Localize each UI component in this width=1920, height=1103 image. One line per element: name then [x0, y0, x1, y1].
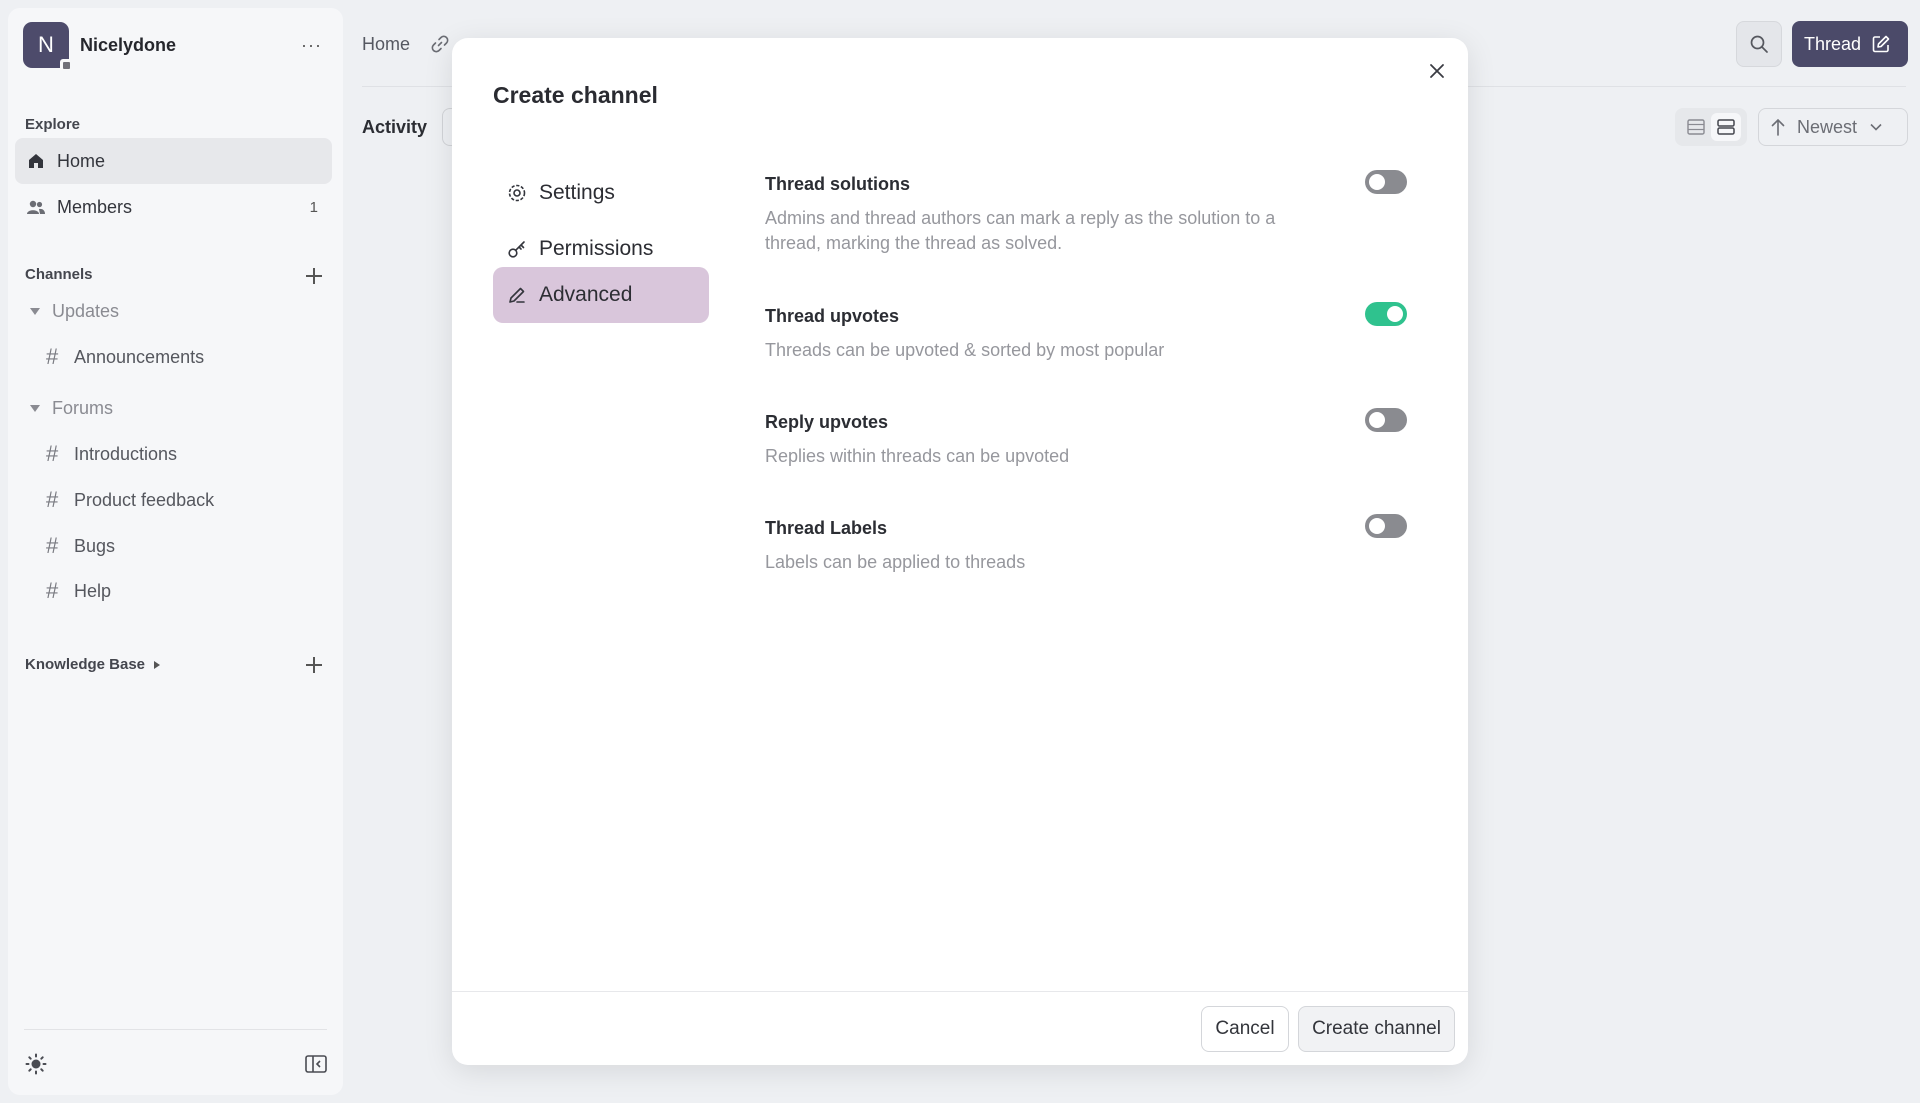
create-channel-modal: Create channel Settings Permissions Adva… — [452, 38, 1468, 1065]
tab-settings[interactable]: Settings — [493, 165, 709, 221]
chevron-down-icon — [30, 404, 40, 412]
sidebar-item-label: Home — [57, 150, 106, 171]
search-icon — [1750, 35, 1768, 53]
lock-icon — [60, 59, 72, 71]
channel-item[interactable]: # Introductions — [46, 439, 177, 469]
sidebar-divider — [24, 1029, 327, 1030]
thread-labels-toggle[interactable] — [1365, 514, 1407, 538]
group-updates[interactable]: Updates — [20, 296, 119, 326]
explore-label: Explore — [25, 116, 81, 133]
tab-advanced[interactable]: Advanced — [493, 267, 709, 323]
add-knowledge-base-icon[interactable] — [305, 656, 323, 674]
option-description: Replies within threads can be upvoted — [765, 446, 1070, 466]
workspace-initial: N — [38, 32, 54, 57]
pen-icon — [507, 285, 527, 305]
activity-label: Activity — [362, 117, 428, 137]
hash-icon: # — [46, 441, 59, 466]
gear-icon — [507, 183, 527, 203]
search-button[interactable] — [1736, 21, 1782, 67]
create-channel-button[interactable]: Create channel — [1298, 1006, 1455, 1052]
breadcrumb[interactable]: Home — [362, 34, 410, 55]
option-description: Labels can be applied to threads — [765, 552, 1026, 572]
close-icon — [1430, 64, 1444, 78]
members-icon — [27, 198, 45, 216]
workspace-name: Nicelydone — [80, 34, 177, 55]
edit-icon — [1872, 35, 1890, 53]
list-view-button[interactable] — [1681, 113, 1711, 141]
option-reply-upvotes: Reply upvotes Replies within threads can… — [765, 408, 1415, 469]
card-view-icon — [1717, 119, 1735, 135]
channel-item[interactable]: # Bugs — [46, 531, 115, 561]
group-label: Updates — [52, 300, 120, 321]
hash-icon: # — [46, 533, 59, 558]
sort-label: Newest — [1797, 116, 1858, 137]
workspace-header[interactable]: N Nicelydone ··· — [23, 22, 328, 71]
modal-title: Create channel — [493, 82, 658, 108]
cancel-button[interactable]: Cancel — [1201, 1006, 1289, 1052]
hash-icon: # — [46, 344, 59, 369]
option-description: Threads can be upvoted & sorted by most … — [765, 340, 1165, 360]
chevron-down-icon — [30, 307, 40, 315]
option-thread-labels: Thread Labels Labels can be applied to t… — [765, 514, 1415, 575]
channel-item[interactable]: # Help — [46, 576, 111, 606]
thread-upvotes-toggle[interactable] — [1365, 302, 1407, 326]
chevron-down-icon — [1870, 123, 1882, 131]
modal-footer-divider — [452, 991, 1468, 992]
channel-label: Product feedback — [74, 489, 215, 510]
close-button[interactable] — [1422, 56, 1452, 86]
option-title: Reply upvotes — [765, 412, 889, 432]
sidebar: N Nicelydone ··· Explore Home Members 1 … — [8, 8, 343, 1095]
chevron-right-icon — [154, 660, 161, 669]
tab-label: Permissions — [539, 237, 654, 260]
option-thread-solutions: Thread solutions Admins and thread autho… — [765, 170, 1415, 256]
key-icon — [507, 239, 527, 259]
channel-item[interactable]: # Announcements — [46, 342, 204, 372]
hash-icon: # — [46, 578, 59, 603]
sidebar-item-home[interactable]: Home — [15, 138, 332, 184]
home-icon — [27, 152, 45, 170]
knowledge-base-text: Knowledge Base — [25, 656, 146, 673]
sidebar-item-members[interactable]: Members 1 — [15, 184, 332, 230]
theme-toggle-icon[interactable] — [25, 1053, 47, 1075]
list-view-icon — [1687, 119, 1705, 135]
channels-label: Channels — [25, 266, 93, 283]
reply-upvotes-toggle[interactable] — [1365, 408, 1407, 432]
option-description: Admins and thread authors can mark a rep… — [765, 208, 1276, 253]
sidebar-item-label: Members — [57, 196, 133, 217]
option-title: Thread Labels — [765, 518, 888, 538]
option-title: Thread upvotes — [765, 306, 900, 326]
knowledge-base-label[interactable]: Knowledge Base — [25, 656, 161, 673]
workspace-avatar: N — [23, 22, 72, 71]
thread-button-label: Thread — [1804, 33, 1862, 54]
new-thread-button[interactable]: Thread — [1792, 21, 1908, 67]
more-icon[interactable]: ··· — [301, 35, 322, 56]
channel-label: Announcements — [74, 346, 205, 367]
card-view-button[interactable] — [1711, 113, 1741, 141]
view-toggle — [1675, 108, 1747, 146]
hash-icon: # — [46, 487, 59, 512]
tab-label: Settings — [539, 181, 615, 204]
group-label: Forums — [52, 397, 114, 418]
channel-label: Help — [74, 580, 112, 601]
channel-label: Bugs — [74, 535, 116, 556]
add-channel-icon[interactable] — [305, 267, 323, 285]
option-title: Thread solutions — [765, 174, 911, 194]
members-count: 1 — [309, 198, 318, 216]
sort-dropdown[interactable]: Newest — [1758, 108, 1908, 146]
arrow-up-icon — [1771, 118, 1785, 136]
link-icon[interactable] — [430, 34, 450, 54]
group-forums[interactable]: Forums — [20, 393, 113, 423]
thread-solutions-toggle[interactable] — [1365, 170, 1407, 194]
channel-label: Introductions — [74, 443, 178, 464]
option-thread-upvotes: Thread upvotes Threads can be upvoted & … — [765, 302, 1415, 363]
tab-label: Advanced — [539, 283, 633, 306]
channel-item[interactable]: # Product feedback — [46, 485, 214, 515]
collapse-sidebar-icon[interactable] — [305, 1055, 327, 1073]
